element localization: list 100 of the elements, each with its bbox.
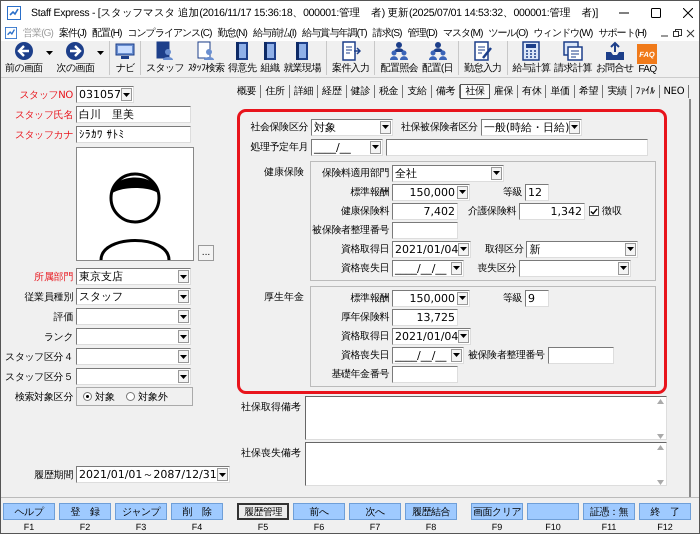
input-field[interactable] — [386, 138, 648, 156]
notes-field[interactable] — [305, 396, 667, 440]
toolbar-button[interactable]: ナビ — [109, 41, 138, 75]
menu-item[interactable]: 請求(S) — [370, 26, 404, 40]
caret-icon[interactable] — [457, 292, 468, 304]
maximize-icon[interactable] — [651, 8, 661, 18]
toolbar-button[interactable]: お問合せ — [594, 41, 636, 75]
toolbar-button[interactable]: 配置(日 — [420, 41, 456, 75]
menu-item[interactable]: ウィンドウ(W) — [532, 26, 594, 40]
input-field[interactable] — [392, 222, 458, 238]
input-field[interactable]: 7,402 — [392, 202, 458, 220]
dropdown-field[interactable]: ____/__ — [311, 138, 383, 156]
close-icon[interactable] — [686, 28, 695, 38]
tab[interactable]: NEO — [660, 85, 690, 98]
function-key-button[interactable]: 証憑：無 — [583, 503, 635, 520]
toolbar-button[interactable]: 勤怠入力 — [458, 41, 504, 75]
input-field[interactable]: ｼﾗｶﾜ ｻﾄﾐ — [76, 126, 191, 143]
caret-icon[interactable] — [451, 262, 462, 274]
tab[interactable]: 単価 — [546, 85, 575, 98]
tab[interactable]: 住所 — [261, 85, 290, 98]
caret-icon[interactable] — [451, 348, 462, 362]
toolbar-button[interactable]: 組織 — [258, 41, 282, 75]
input-field[interactable]: 12 — [525, 184, 549, 200]
tab[interactable]: 詳細 — [290, 85, 318, 98]
caret-icon[interactable] — [178, 350, 189, 363]
caret-icon[interactable] — [178, 370, 189, 383]
radio-button[interactable] — [126, 392, 135, 401]
toolbar-button[interactable]: 給与計算 — [506, 41, 552, 75]
function-key-button[interactable]: ジャンプ — [115, 503, 167, 520]
tab[interactable]: 雇保 — [490, 85, 518, 98]
dropdown-field[interactable]: ____/__/__ — [392, 260, 464, 276]
dropdown-field[interactable]: 東京支店 — [76, 268, 191, 285]
dropdown-field[interactable]: スタッフ — [76, 288, 191, 305]
dropdown-field[interactable] — [76, 328, 191, 345]
caret-icon[interactable] — [178, 270, 189, 283]
menu-item[interactable]: 勤怠(N) — [216, 26, 249, 40]
toolbar-button[interactable]: 請求計算 — [552, 41, 594, 75]
menu-item[interactable]: 給与賞与年調(T) — [300, 26, 369, 40]
caret-icon[interactable] — [569, 120, 580, 134]
function-key-button[interactable]: ヘルプ — [3, 503, 55, 520]
dropdown-field[interactable]: 新 — [526, 240, 638, 258]
dropdown-caret-icon[interactable] — [97, 51, 104, 55]
menu-item[interactable]: 案件(J) — [56, 26, 88, 40]
toolbar-button[interactable]: スタッフ — [140, 41, 186, 75]
tab[interactable]: 支給 — [403, 85, 432, 98]
toolbar-button[interactable]: 得意先 — [226, 41, 258, 75]
dropdown-field[interactable]: 対象 — [311, 118, 393, 136]
dropdown-field[interactable] — [76, 368, 191, 385]
dropdown-field[interactable] — [519, 260, 631, 276]
dropdown-field[interactable] — [76, 348, 191, 365]
function-key-button[interactable]: 履歴結合 — [405, 503, 457, 520]
caret-icon[interactable] — [178, 310, 189, 323]
function-key-button[interactable]: 登 録 — [59, 503, 111, 520]
tab[interactable]: 概要 — [233, 85, 262, 98]
menu-item[interactable]: コンプライアンス(C) — [126, 26, 214, 40]
input-field[interactable] — [548, 346, 614, 364]
function-key-button[interactable]: 画面クリア — [471, 503, 523, 520]
caret-icon[interactable] — [618, 262, 629, 274]
toolbar-button[interactable]: 前の画面 — [3, 41, 55, 75]
caret-icon[interactable] — [491, 166, 502, 180]
restore-icon[interactable] — [673, 28, 682, 38]
input-field[interactable] — [392, 366, 458, 382]
input-field[interactable]: 白川 里美 — [76, 106, 191, 123]
browse-button[interactable]: ... — [198, 245, 214, 261]
tab[interactable]: 経歴 — [318, 85, 347, 98]
caret-icon[interactable] — [178, 330, 189, 343]
dropdown-field[interactable]: 150,000 — [392, 184, 470, 200]
caret-icon[interactable] — [458, 330, 470, 342]
menu-item[interactable]: 管理(D) — [406, 26, 439, 40]
caret-icon[interactable] — [458, 242, 470, 256]
caret-icon[interactable] — [370, 140, 381, 154]
menu-item[interactable]: 配置(H) — [90, 26, 124, 40]
checkbox[interactable] — [589, 206, 600, 216]
radio-button[interactable] — [83, 392, 92, 401]
dropdown-field[interactable]: 2021/01/01～2087/12/31 — [76, 466, 230, 483]
caret-icon[interactable] — [216, 468, 228, 481]
function-key-button[interactable]: 削 除 — [171, 503, 223, 520]
tab[interactable]: 税金 — [375, 85, 404, 98]
function-key-button[interactable]: 履歴管理 — [237, 503, 289, 520]
toolbar-button[interactable]: 配置照会 — [374, 41, 420, 75]
notes-field[interactable] — [305, 442, 667, 486]
toolbar-button[interactable]: 次の画面 — [54, 41, 106, 75]
dropdown-field[interactable] — [76, 308, 191, 325]
toolbar-button[interactable]: 就業現場 — [281, 41, 323, 75]
function-key-button[interactable]: 前へ — [293, 503, 345, 520]
input-field[interactable]: 1,342 — [519, 202, 586, 220]
dropdown-field[interactable]: 2021/01/04 — [392, 328, 472, 344]
caret-icon[interactable] — [380, 120, 391, 134]
caret-icon[interactable] — [625, 242, 636, 256]
dropdown-field[interactable]: 031057 — [76, 86, 134, 103]
function-key-button[interactable]: 次へ — [349, 503, 401, 520]
toolbar-button[interactable]: ｽﾀｯﾌ検索 — [186, 41, 226, 75]
menu-item[interactable]: ツール(O) — [486, 26, 530, 40]
tab[interactable]: ﾌｧｲﾙ — [632, 85, 660, 98]
close-icon[interactable] — [683, 8, 693, 18]
dropdown-field[interactable]: 一般(時給・日給) — [480, 118, 582, 136]
dropdown-field[interactable]: 全社 — [392, 164, 504, 182]
tab[interactable]: 実績 — [603, 85, 632, 98]
dropdown-field[interactable]: 2021/01/04 — [392, 240, 472, 258]
tab[interactable]: 希望 — [574, 85, 604, 98]
